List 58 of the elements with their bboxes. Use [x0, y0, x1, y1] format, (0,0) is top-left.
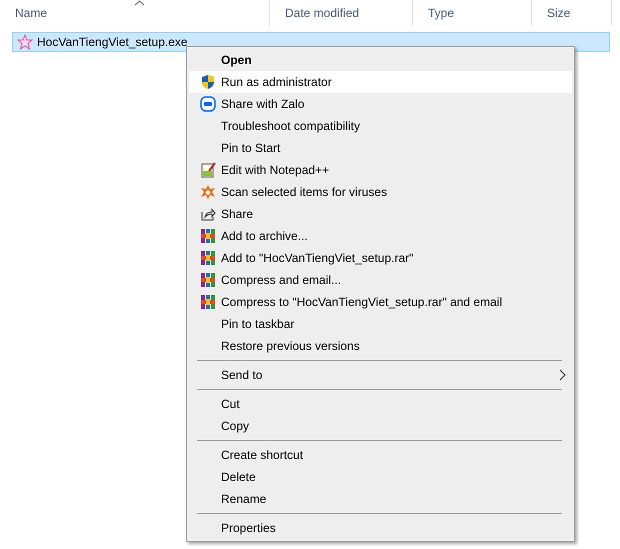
- archive-books-icon: [200, 250, 216, 266]
- menu-item[interactable]: Restore previous versions: [189, 335, 572, 357]
- menu-item-label: Restore previous versions: [221, 338, 360, 355]
- menu-item-label: Open: [221, 52, 252, 69]
- star-icon: [17, 34, 33, 50]
- column-header[interactable]: Name: [0, 0, 270, 26]
- menu-item[interactable]: Open: [189, 49, 572, 71]
- menu-item[interactable]: Compress to "HocVanTiengViet_setup.rar" and email: [189, 291, 572, 313]
- menu-item[interactable]: Pin to taskbar: [189, 313, 572, 335]
- menu-item-label: Share with Zalo: [221, 96, 304, 113]
- menu-item-label: Add to archive...: [221, 228, 308, 245]
- menu-item-label: Properties: [221, 520, 276, 537]
- archive-books-icon: [200, 228, 216, 244]
- menu-item-label: Send to: [221, 367, 262, 384]
- menu-item[interactable]: Compress and email...: [189, 269, 572, 291]
- menu-item[interactable]: Share: [189, 203, 572, 225]
- menu-item[interactable]: Edit with Notepad++: [189, 159, 572, 181]
- sort-caret-icon: [134, 0, 145, 6]
- menu-item-label: Cut: [221, 396, 240, 413]
- menu-item[interactable]: Add to "HocVanTiengViet_setup.rar": [189, 247, 572, 269]
- menu-item[interactable]: Create shortcut: [189, 444, 572, 466]
- menu-item-label: Scan selected items for viruses: [221, 184, 388, 201]
- share-icon: [200, 206, 216, 222]
- menu-item[interactable]: Rename: [189, 488, 572, 510]
- shield-icon: [200, 74, 216, 90]
- menu-item-label: Troubleshoot compatibility: [221, 118, 360, 135]
- archive-books-icon: [200, 294, 216, 310]
- menu-item-label: Compress to "HocVanTiengViet_setup.rar" and email: [221, 294, 502, 311]
- menu-item-label: Delete: [221, 469, 256, 486]
- column-header[interactable]: Size: [532, 0, 612, 26]
- menu-item[interactable]: Pin to Start: [189, 137, 572, 159]
- menu-item-label: Pin to taskbar: [221, 316, 294, 333]
- menu-item[interactable]: Troubleshoot compatibility: [189, 115, 572, 137]
- star-shield-icon: [200, 184, 216, 200]
- menu-item-label: Edit with Notepad++: [221, 162, 330, 179]
- menu-item[interactable]: Cut: [189, 393, 572, 415]
- menu-item[interactable]: Scan selected items for viruses: [189, 181, 572, 203]
- menu-item-label: Create shortcut: [221, 447, 304, 464]
- menu-item-label: Copy: [221, 418, 250, 435]
- menu-item[interactable]: Copy: [189, 415, 572, 437]
- chat-bubble-icon: [200, 96, 216, 112]
- column-header[interactable]: Date modified: [270, 0, 413, 26]
- menu-item[interactable]: Send to: [189, 364, 572, 386]
- notepad-icon: [200, 162, 216, 178]
- menu-item[interactable]: Run as administrator: [189, 71, 572, 93]
- column-header[interactable]: Type: [413, 0, 532, 26]
- menu-item[interactable]: Properties: [189, 517, 572, 539]
- menu-item-label: Compress and email...: [221, 272, 342, 289]
- menu-item-label: Rename: [221, 491, 266, 508]
- menu-item[interactable]: Share with Zalo: [189, 93, 572, 115]
- menu-item[interactable]: Delete: [189, 466, 572, 488]
- menu-item-label: Add to "HocVanTiengViet_setup.rar": [221, 250, 414, 267]
- file-name: HocVanTiengViet_setup.exe: [37, 34, 188, 51]
- menu-item[interactable]: Add to archive...: [189, 225, 572, 247]
- menu-item-label: Run as administrator: [221, 74, 332, 91]
- menu-item-label: Share: [221, 206, 254, 223]
- menu-item-label: Pin to Start: [221, 140, 280, 157]
- archive-books-icon: [200, 272, 216, 288]
